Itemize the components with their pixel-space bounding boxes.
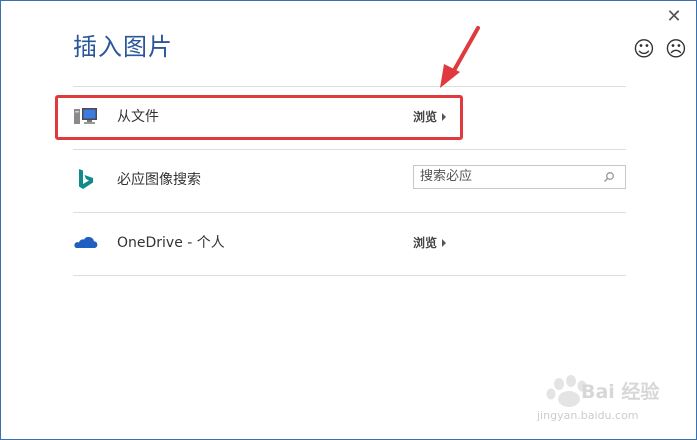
- watermark-brand: Bai 经验: [581, 381, 660, 403]
- row-label: 必应图像搜索: [117, 172, 201, 188]
- annotation-arrow-icon: [440, 26, 480, 88]
- bing-search-input[interactable]: 搜索必应: [413, 165, 626, 189]
- row-onedrive[interactable]: OneDrive - 个人 浏览: [73, 221, 626, 267]
- divider: [73, 149, 626, 150]
- watermark-url: jingyan.baidu.com: [537, 409, 639, 422]
- annotation-highlight-box: [55, 95, 463, 140]
- caret-right-icon: [442, 239, 447, 247]
- dialog-title: 插入图片: [73, 33, 173, 61]
- smile-feedback-icon[interactable]: ☺: [633, 38, 655, 60]
- row-bing-search: 必应图像搜索 搜索必应: [73, 158, 626, 204]
- search-placeholder: 搜索必应: [420, 169, 473, 184]
- divider: [73, 86, 626, 87]
- browse-label: 浏览: [413, 236, 438, 250]
- close-icon[interactable]: ✕: [665, 8, 683, 26]
- bing-icon: [79, 169, 93, 189]
- divider: [73, 275, 626, 276]
- row-label: OneDrive - 个人: [117, 235, 225, 251]
- browse-button[interactable]: 浏览: [413, 235, 447, 251]
- frown-feedback-icon[interactable]: ☹: [665, 38, 687, 60]
- onedrive-cloud-icon: [74, 236, 98, 248]
- divider: [73, 212, 626, 213]
- search-icon[interactable]: [603, 171, 615, 183]
